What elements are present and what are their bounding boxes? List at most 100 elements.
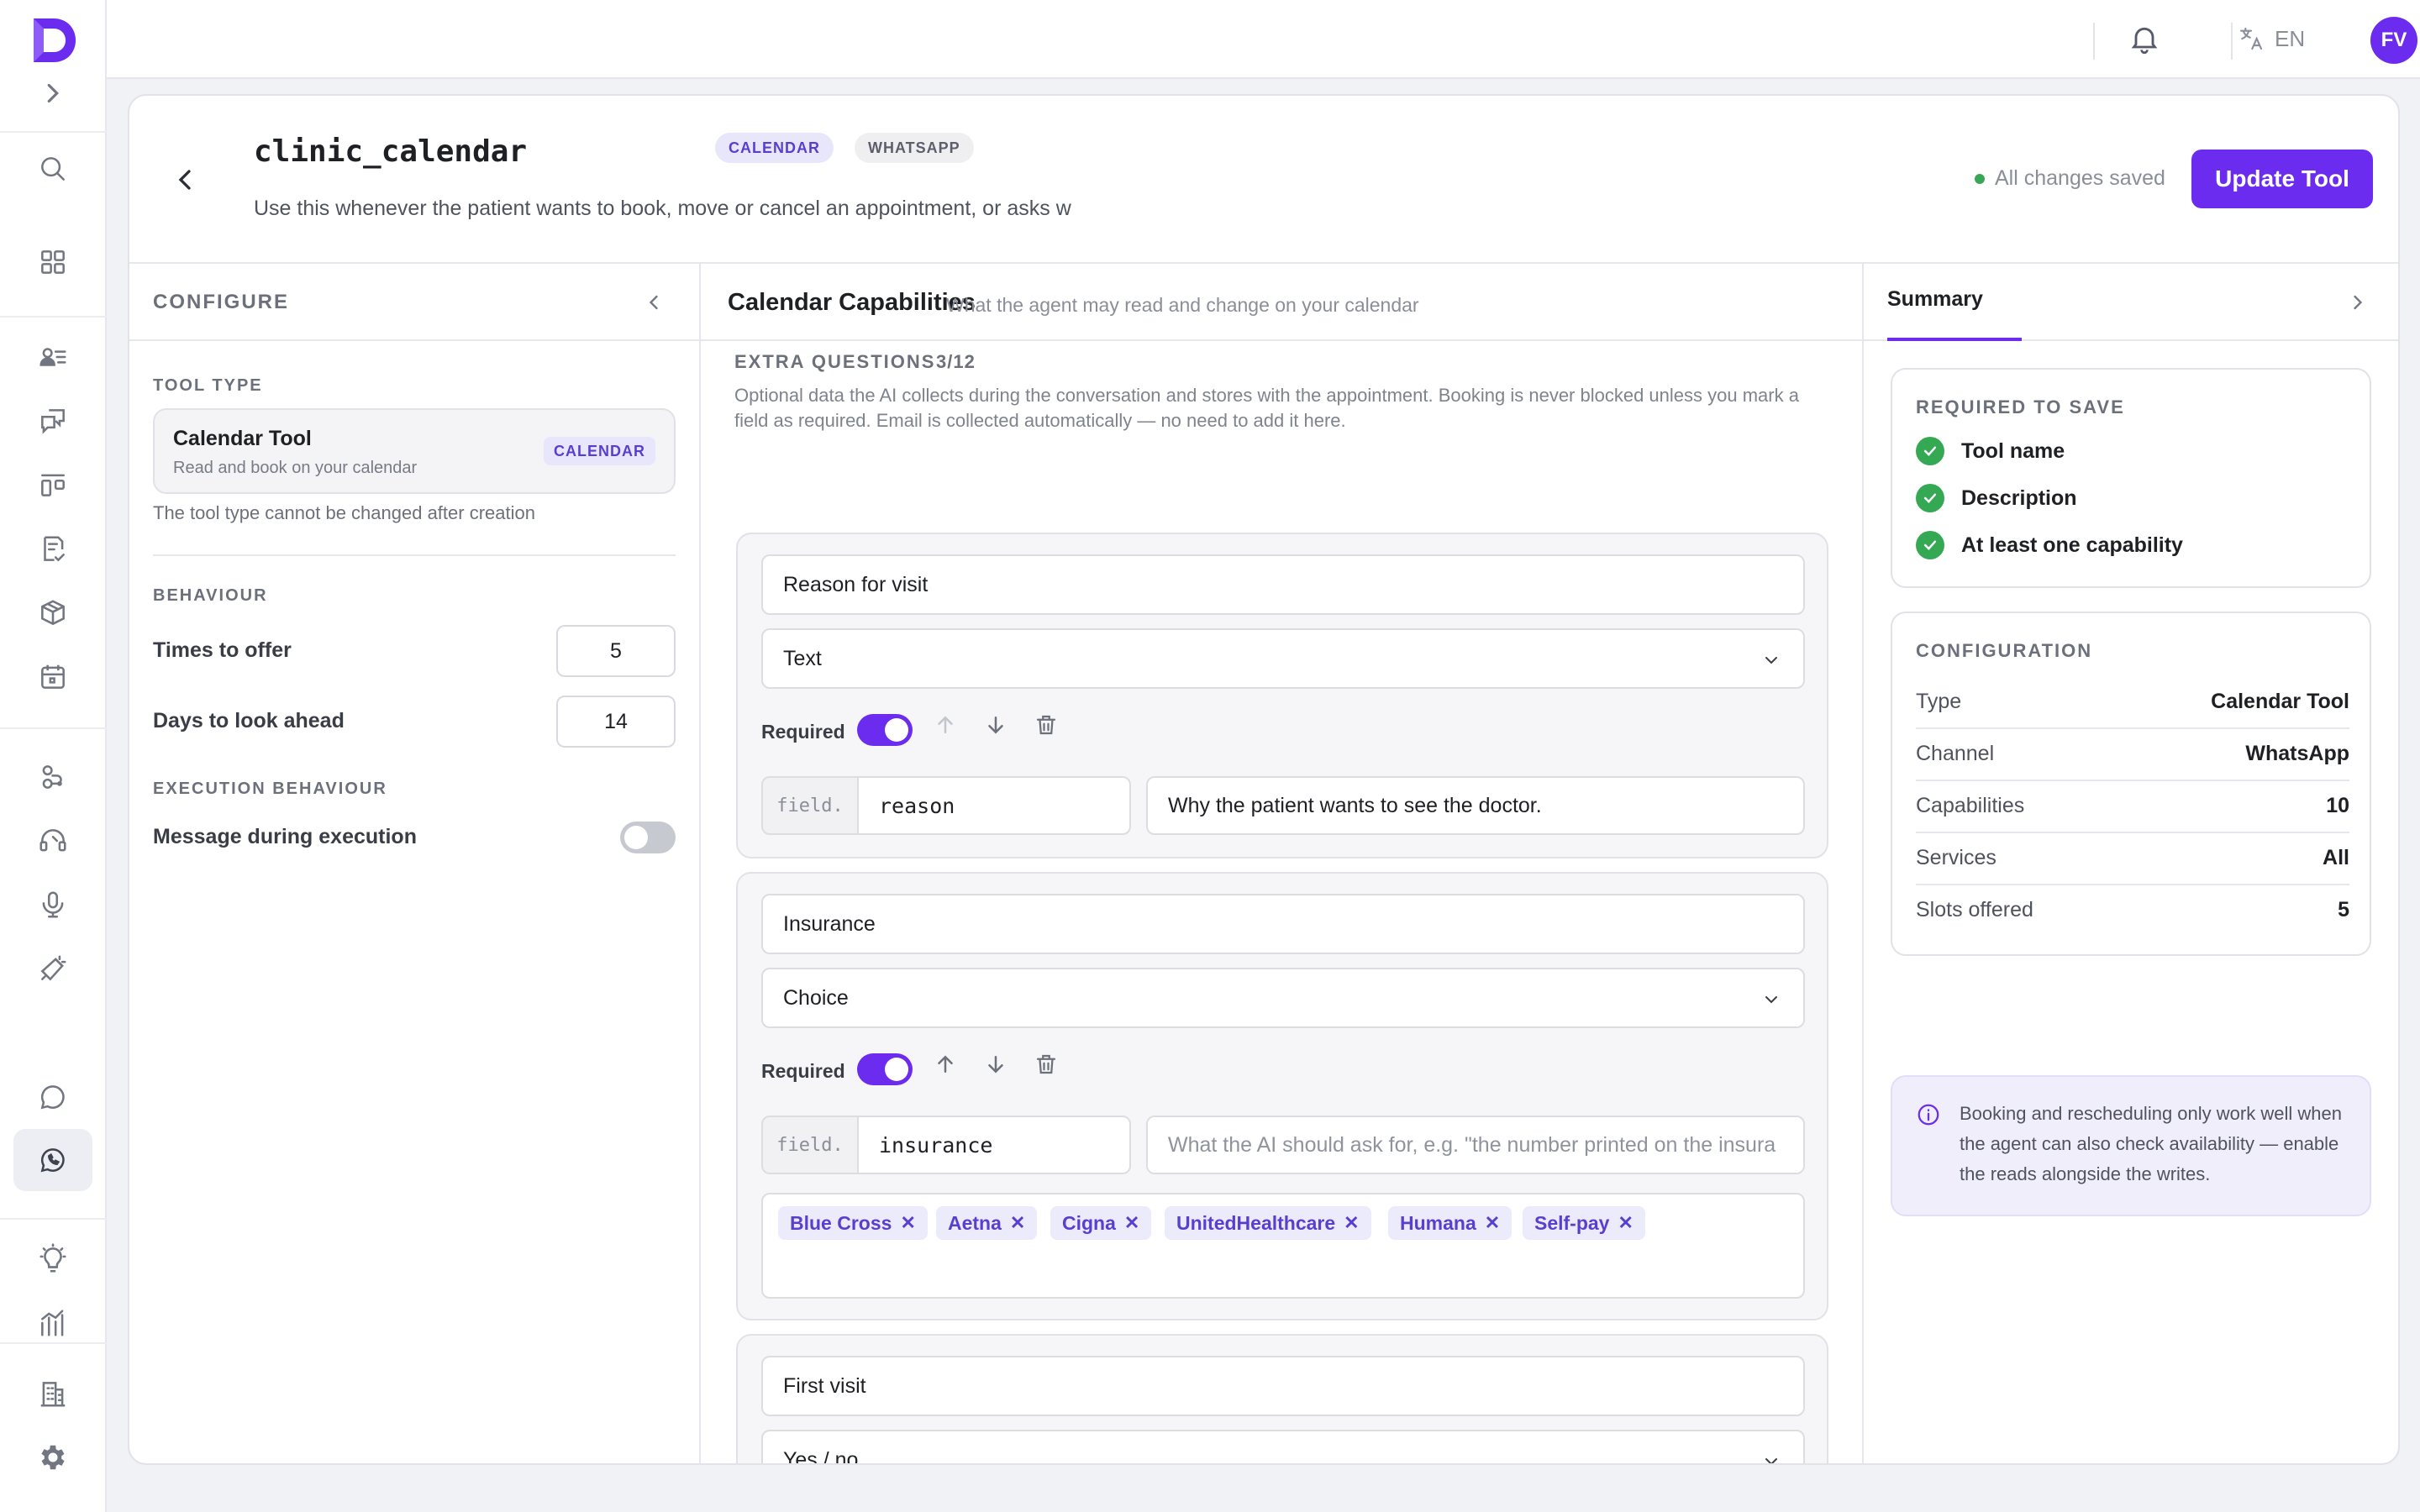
extra-questions-count: 3/12 [936,351,976,372]
option-chip[interactable]: Humana ✕ [1388,1206,1512,1240]
check-circle-icon [1916,484,1944,512]
question-label-input[interactable]: First visit [761,1356,1805,1416]
question-label-input[interactable]: Reason for visit [761,554,1805,615]
required-item-label: Tool name [1961,438,2065,463]
summary-header: Summary [1864,264,2398,341]
remove-option-close-icon[interactable]: ✕ [1618,1212,1633,1234]
remove-option-close-icon[interactable]: ✕ [900,1212,915,1234]
field-prefix: field. [761,1116,859,1174]
chat-icon[interactable] [30,1074,76,1120]
remove-option-close-icon[interactable]: ✕ [1485,1212,1500,1234]
products-icon[interactable] [30,591,76,636]
delete-trash-icon[interactable] [1034,1052,1059,1077]
check-circle-icon [1916,531,1944,559]
option-chip[interactable]: Blue Cross ✕ [778,1206,928,1240]
tool-type-card: Calendar Tool Read and book on your cale… [153,408,676,494]
tool-name[interactable]: clinic_calendar [254,134,527,169]
move-up-arrow-icon[interactable] [933,1052,958,1077]
tag-whatsapp: WHATSAPP [855,133,974,163]
tool-description[interactable]: Use this whenever the patient wants to b… [254,197,1212,221]
tool-type-note: The tool type cannot be changed after cr… [153,502,535,523]
capabilities-header: Calendar Capabilities What the agent may… [701,264,1862,341]
conversations-icon[interactable] [30,398,76,444]
config-row-channel: Channel WhatsApp [1916,727,2349,780]
organization-icon[interactable] [30,1371,76,1416]
behaviour-label: BEHAVIOUR [153,586,268,605]
remove-option-close-icon[interactable]: ✕ [1010,1212,1025,1234]
expand-sidebar-icon[interactable] [30,71,76,116]
field-key-input[interactable]: reason [857,776,1131,835]
extra-questions-label: EXTRA QUESTIONS [734,351,936,372]
delete-trash-icon[interactable] [1034,712,1059,738]
times-to-offer-label: Times to offer [153,638,292,662]
configure-header: CONFIGURE [129,264,699,341]
calendar-icon[interactable] [30,654,76,700]
option-chip[interactable]: Self-pay ✕ [1523,1206,1645,1240]
question-type-value: Choice [783,985,849,1010]
times-to-offer-input[interactable]: 5 [556,625,676,677]
option-chip-label: Aetna [948,1211,1002,1234]
expand-panel-chevron-right-icon[interactable] [2346,291,2370,314]
question-card: Insurance Choice Required field. insuran… [736,872,1828,1320]
question-prompt-input[interactable]: What the AI should ask for, e.g. "the nu… [1146,1116,1805,1174]
app-logo[interactable] [29,15,79,66]
option-chip[interactable]: Cigna ✕ [1050,1206,1152,1240]
dashboard-icon[interactable] [30,239,76,285]
remove-option-close-icon[interactable]: ✕ [1344,1212,1359,1234]
required-toggle[interactable] [857,714,913,746]
update-tool-button[interactable]: Update Tool [2191,150,2373,208]
save-status-text: All changes saved [1995,166,2165,190]
option-chip[interactable]: Aetna ✕ [936,1206,1038,1240]
move-up-arrow-icon[interactable] [933,712,958,738]
integrations-icon[interactable] [30,754,76,800]
question-label-input[interactable]: Insurance [761,894,1805,954]
summary-panel: Summary REQUIRED TO SAVE Tool name Descr… [1864,264,2398,1463]
message-during-execution-toggle[interactable] [620,822,676,853]
tasks-icon[interactable] [30,527,76,572]
settings-gear-icon[interactable] [30,1435,76,1480]
chevron-down-icon [1761,650,1781,670]
required-to-save-label: REQUIRED TO SAVE [1916,396,2125,417]
active-tab-indicator [1887,338,2022,341]
campaigns-icon[interactable] [30,946,76,991]
config-row-slots-offered: Slots offered 5 [1916,884,2349,936]
support-agent-icon[interactable] [30,818,76,864]
config-value: 10 [2326,793,2349,817]
translate-icon [2239,27,2263,50]
whatsapp-icon[interactable] [13,1129,92,1191]
language-switcher[interactable]: EN [2238,25,2305,52]
insights-icon[interactable] [30,1236,76,1282]
move-down-arrow-icon[interactable] [983,712,1008,738]
capabilities-subtitle: What the agent may read and change on yo… [946,294,1419,316]
microphone-icon[interactable] [30,882,76,927]
field-key-input[interactable]: insurance [857,1116,1131,1174]
question-type-select[interactable]: Choice [761,968,1805,1028]
info-notice: Booking and rescheduling only work well … [1891,1075,2371,1216]
language-label: EN [2275,25,2306,51]
move-down-arrow-icon[interactable] [983,1052,1008,1077]
config-key: Services [1916,845,1996,869]
search-icon[interactable] [30,146,76,192]
capabilities-panel: Calendar Capabilities What the agent may… [701,264,1864,1465]
choice-options-list[interactable]: Blue Cross ✕ Aetna ✕ Cigna ✕ UnitedHealthca… [761,1193,1805,1299]
question-type-select[interactable]: Yes / no [761,1430,1805,1465]
collapse-panel-chevron-left-icon[interactable] [642,291,666,314]
question-type-value: Text [783,646,822,670]
days-ahead-input[interactable]: 14 [556,696,676,748]
user-avatar[interactable]: FV [2370,17,2417,64]
option-chip[interactable]: UnitedHealthcare ✕ [1165,1206,1371,1240]
required-label: Required [761,1060,845,1082]
question-prompt-input[interactable]: Why the patient wants to see the doctor. [1146,776,1805,835]
tab-summary[interactable]: Summary [1887,287,1983,312]
analytics-icon[interactable] [30,1300,76,1346]
required-label: Required [761,721,845,743]
contacts-icon[interactable] [30,334,76,380]
pipeline-icon[interactable] [30,462,76,507]
required-toggle[interactable] [857,1053,913,1085]
back-chevron-left-icon[interactable] [168,163,202,197]
question-type-select[interactable]: Text [761,628,1805,689]
remove-option-close-icon[interactable]: ✕ [1124,1212,1139,1234]
notifications-bell-icon[interactable] [2128,22,2161,55]
question-type-value: Yes / no [783,1447,859,1465]
required-item: Description [1916,484,2077,512]
